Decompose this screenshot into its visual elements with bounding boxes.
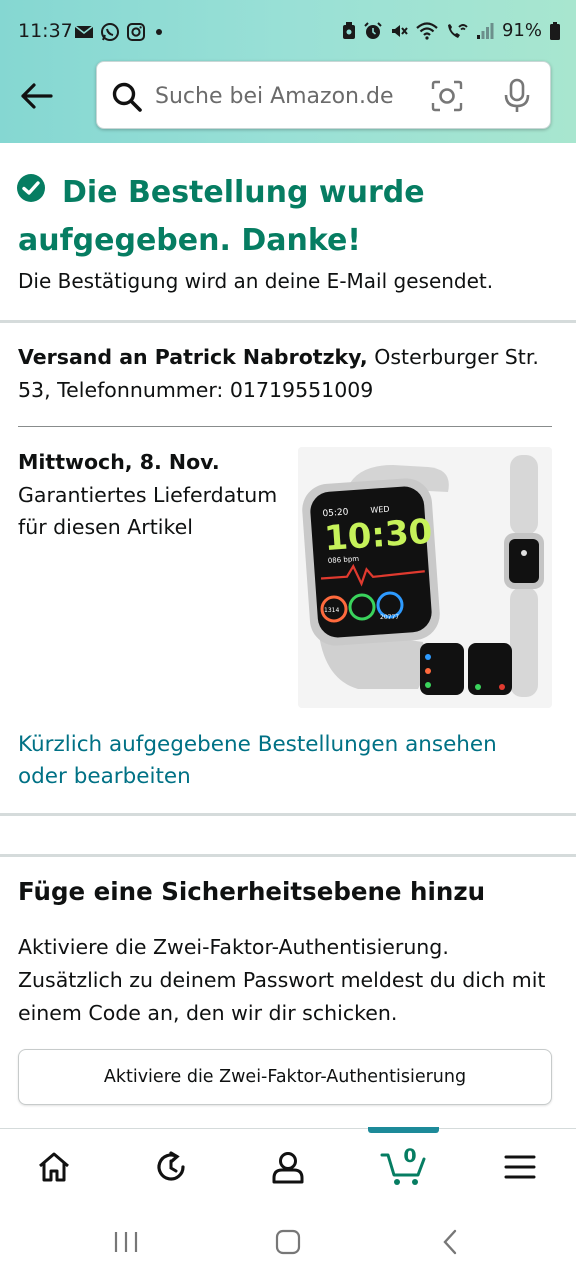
- back-button[interactable]: [16, 76, 56, 116]
- delivery-note: Garantiertes Lieferdatum für diesen Arti…: [18, 482, 278, 540]
- section-divider-2: [0, 813, 576, 816]
- microphone-icon[interactable]: [503, 78, 531, 114]
- cart-count: 0: [403, 1145, 417, 1167]
- confirmation-subtitle: Die Bestätigung wird an deine E-Mail ges…: [18, 269, 494, 293]
- delivery-date: Mittwoch, 8. Nov.: [18, 450, 220, 474]
- app-header: 11:37 91%: [0, 0, 576, 143]
- chevron-left-icon: [443, 1229, 457, 1255]
- recent-apps-button[interactable]: [96, 1224, 156, 1260]
- security-section-title: Füge eine Sicherheitsebene hinzu: [18, 877, 486, 906]
- status-bar: 11:37 91%: [0, 0, 576, 62]
- delivery-info: Mittwoch, 8. Nov. Garantiertes Lieferdat…: [18, 446, 278, 544]
- search-bar[interactable]: [96, 61, 551, 129]
- whatsapp-icon: [101, 23, 119, 41]
- arrow-left-icon: [21, 83, 53, 109]
- home-square-icon: [275, 1229, 301, 1255]
- section-divider-3: [0, 854, 576, 857]
- wifi-icon: [416, 21, 438, 40]
- section-divider: [0, 320, 576, 323]
- battery-percent: 91%: [501, 20, 542, 41]
- nav-menu[interactable]: [480, 1129, 560, 1205]
- nav-cart[interactable]: 0: [364, 1129, 444, 1205]
- watch-calories: 20777: [380, 614, 399, 621]
- home-system-button[interactable]: [258, 1224, 318, 1260]
- account-icon: [272, 1152, 304, 1184]
- shipping-divider: [18, 426, 552, 427]
- camera-scan-icon[interactable]: [431, 80, 463, 112]
- recent-apps-icon: [114, 1232, 138, 1252]
- nfc-icon: [342, 21, 355, 39]
- shipping-address: Versand an Patrick Nabrotzky, Osterburge…: [18, 341, 558, 407]
- confirmation-title-line1: Die Bestellung wurde: [62, 175, 425, 210]
- nav-rufus[interactable]: [131, 1129, 211, 1205]
- status-time: 11:37: [18, 20, 73, 42]
- enable-two-factor-button[interactable]: Aktiviere die Zwei-Faktor-Authentisierun…: [18, 1049, 552, 1105]
- dot-icon: [156, 29, 162, 35]
- recent-orders-link[interactable]: Kürzlich aufgegebene Bestellungen ansehe…: [18, 729, 538, 793]
- watch-steps: 1314: [324, 607, 339, 614]
- refresh-icon: [157, 1151, 185, 1181]
- security-description: Aktiviere die Zwei-Faktor-Authentisierun…: [18, 935, 546, 1025]
- battery-icon: [550, 21, 560, 40]
- confirmation-title-line2: aufgegeben. Danke!: [18, 223, 361, 258]
- mute-icon: [391, 24, 408, 37]
- mail-icon: [74, 25, 94, 38]
- product-image[interactable]: 05:20 WED 10:30 086 bpm 1314 20777: [298, 447, 552, 708]
- signal-icon: [476, 22, 494, 39]
- watch-day: WED: [370, 505, 390, 515]
- search-input[interactable]: [155, 76, 415, 116]
- watch-time: 10:30: [323, 512, 434, 559]
- alarm-icon: [364, 21, 382, 39]
- instagram-icon: [127, 23, 145, 41]
- nav-account[interactable]: [248, 1129, 328, 1205]
- wifi-call-icon: [447, 23, 468, 38]
- nav-home[interactable]: [14, 1129, 94, 1205]
- confirmation-header: Die Bestellung wurde aufgegeben. Danke!: [17, 169, 558, 265]
- back-system-button[interactable]: [420, 1224, 480, 1260]
- smartwatch-image: 05:20 WED 10:30 086 bpm 1314 20777: [298, 447, 552, 708]
- system-navigation: [0, 1204, 576, 1280]
- menu-icon: [504, 1155, 536, 1179]
- system-status: 91%: [342, 20, 560, 41]
- checkmark-circle-icon: [17, 174, 45, 202]
- shipping-label: Versand an Patrick Nabrotzky,: [18, 345, 368, 369]
- notification-icons: [74, 22, 166, 42]
- confirmation-title: Die Bestellung wurde aufgegeben. Danke!: [17, 169, 558, 265]
- bottom-navigation: 0: [0, 1127, 576, 1205]
- home-icon: [39, 1152, 69, 1182]
- search-icon: [112, 82, 142, 112]
